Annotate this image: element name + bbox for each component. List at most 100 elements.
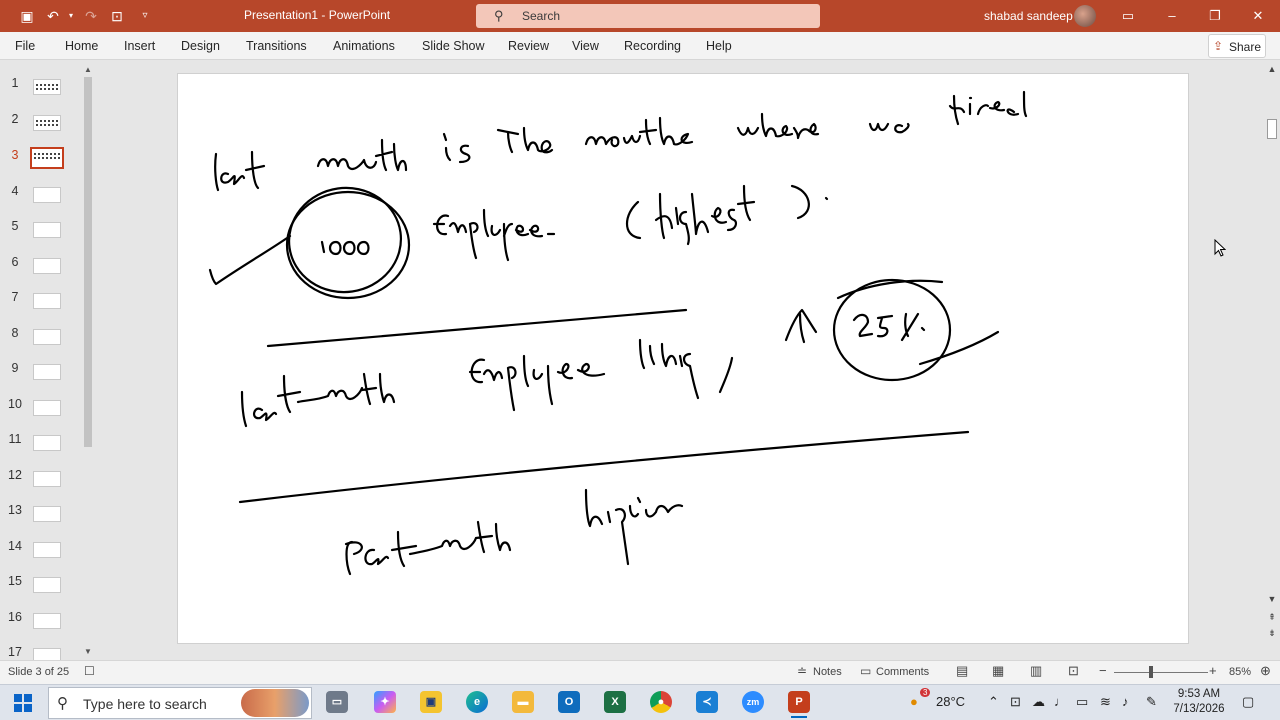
tab-design[interactable]: Design xyxy=(181,39,220,53)
customize-qat-icon[interactable]: ▿ xyxy=(136,7,154,25)
scroll-up-icon[interactable]: ▲ xyxy=(82,65,94,74)
onedrive-icon[interactable]: ☁ xyxy=(1032,694,1045,710)
notifications-icon[interactable]: ▢ xyxy=(1242,694,1254,710)
next-slide-icon[interactable]: ⇟ xyxy=(1264,628,1280,639)
sticky-app-icon[interactable]: ▣ xyxy=(420,691,442,713)
powerpoint-icon[interactable]: P xyxy=(788,691,810,718)
tab-home[interactable]: Home xyxy=(65,39,98,53)
save-icon[interactable]: ▣ xyxy=(18,7,36,25)
tab-animations[interactable]: Animations xyxy=(333,39,395,53)
slide-thumbnail-17[interactable] xyxy=(33,648,61,660)
tab-view[interactable]: View xyxy=(572,39,599,53)
vscode-icon[interactable]: ≺ xyxy=(696,691,718,713)
slide-thumbnail-3[interactable] xyxy=(30,147,64,169)
slide-thumbnail-1[interactable] xyxy=(33,79,61,95)
ink-word xyxy=(736,112,820,140)
file-explorer-icon[interactable]: ▬ xyxy=(512,691,534,713)
outlook-icon[interactable]: O xyxy=(558,691,580,713)
network-icon[interactable]: ▭ xyxy=(1076,694,1088,710)
copilot-icon[interactable]: ✦ xyxy=(374,691,396,713)
slide-thumbnail-6[interactable] xyxy=(33,258,61,274)
present-from-start-icon[interactable]: ⊡ xyxy=(108,7,126,25)
search-box[interactable]: ⚲ Search xyxy=(476,4,820,28)
volume-icon[interactable]: ♪ xyxy=(1122,694,1129,709)
slide-scrollbar[interactable]: ▲ ▼ ⇞ ⇟ xyxy=(1264,61,1280,660)
redo-icon[interactable]: ↷ xyxy=(82,7,100,25)
thumbnail-number: 15 xyxy=(8,574,22,588)
zoom-level[interactable]: 85% xyxy=(1229,666,1251,678)
comments-button[interactable]: Comments xyxy=(876,666,929,678)
scroll-down-icon[interactable]: ▼ xyxy=(1264,594,1280,604)
previous-slide-icon[interactable]: ⇞ xyxy=(1264,612,1280,623)
scroll-up-icon[interactable]: ▲ xyxy=(1264,64,1280,74)
fit-to-window-icon[interactable]: ⊕ xyxy=(1260,663,1271,679)
slide-thumbnail-11[interactable] xyxy=(33,435,61,451)
slide-thumbnail-7[interactable] xyxy=(33,293,61,309)
tab-insert[interactable]: Insert xyxy=(124,39,155,53)
task-view-icon[interactable]: ▭ xyxy=(326,691,348,713)
slide-thumbnail-14[interactable] xyxy=(33,542,61,558)
tab-recording[interactable]: Recording xyxy=(624,39,681,53)
slide-show-icon[interactable]: ⊡ xyxy=(1068,663,1079,679)
search-highlight-image xyxy=(241,689,309,717)
taskbar-search[interactable]: ⚲ Type here to search xyxy=(48,687,312,719)
zoom-icon[interactable]: zm xyxy=(742,691,764,713)
zoom-slider-track[interactable] xyxy=(1114,672,1208,673)
tab-transitions[interactable]: Transitions xyxy=(246,39,307,53)
slide-thumbnail-9[interactable] xyxy=(33,364,61,380)
scroll-down-icon[interactable]: ▼ xyxy=(82,647,94,656)
microphone-icon[interactable]: ♩ xyxy=(1054,694,1067,709)
user-name[interactable]: shabad sandeep xyxy=(984,9,1073,23)
restore-icon[interactable]: ❐ xyxy=(1205,6,1225,26)
slide-thumbnail-15[interactable] xyxy=(33,577,61,593)
tab-file[interactable]: File xyxy=(15,39,35,53)
tab-slide-show[interactable]: Slide Show xyxy=(422,39,485,53)
scrollbar-thumb[interactable] xyxy=(84,77,92,447)
pen-icon[interactable]: ✎ xyxy=(1146,694,1157,710)
slide-thumbnail-8[interactable] xyxy=(33,329,61,345)
chrome-icon[interactable]: ● xyxy=(650,691,672,713)
zoom-slider-knob[interactable] xyxy=(1149,666,1153,678)
excel-icon[interactable]: X xyxy=(604,691,626,713)
undo-dropdown-icon[interactable]: ▾ xyxy=(62,7,80,25)
ribbon-display-icon[interactable]: ▭ xyxy=(1118,6,1138,26)
slide-canvas[interactable] xyxy=(177,73,1189,644)
thumbnail-number: 2 xyxy=(11,112,19,126)
slide-thumbnail-5[interactable] xyxy=(33,222,61,238)
windows-start-icon[interactable] xyxy=(14,694,32,712)
meet-now-icon[interactable]: ⊡ xyxy=(1010,694,1021,710)
slide-thumbnail-10[interactable] xyxy=(33,400,61,416)
tab-help[interactable]: Help xyxy=(706,39,732,53)
slide-thumbnail-2[interactable] xyxy=(33,115,61,131)
zoom-out-button[interactable]: − xyxy=(1099,663,1107,678)
ink-text-25-percent xyxy=(852,312,926,342)
slide-thumbnail-4[interactable] xyxy=(33,187,61,203)
weather-icon[interactable]: ● xyxy=(910,694,918,709)
thumbnail-number: 6 xyxy=(11,255,19,269)
accessibility-icon[interactable]: ☐ xyxy=(84,664,95,678)
document-title: Presentation1 - PowerPoint xyxy=(244,8,391,22)
slide-thumbnail-12[interactable] xyxy=(33,471,61,487)
slide-thumbnail-13[interactable] xyxy=(33,506,61,522)
normal-view-icon[interactable]: ▤ xyxy=(956,663,968,679)
close-icon[interactable]: ✕ xyxy=(1248,6,1268,26)
tab-review[interactable]: Review xyxy=(508,39,549,53)
clock[interactable]: 9:53 AM 7/13/2026 xyxy=(1166,687,1232,717)
slide-thumbnail-16[interactable] xyxy=(33,613,61,629)
reading-view-icon[interactable]: ▥ xyxy=(1030,663,1042,679)
slide-counter: Slide 3 of 25 xyxy=(8,666,70,678)
undo-icon[interactable]: ↶ xyxy=(44,7,62,25)
scrollbar-thumb[interactable] xyxy=(1267,119,1277,139)
avatar[interactable] xyxy=(1074,5,1096,27)
share-button[interactable]: ⇪ Share xyxy=(1208,34,1266,58)
weather-temp[interactable]: 28°C xyxy=(936,694,965,709)
tray-chevron-icon[interactable]: ⌃ xyxy=(988,694,999,710)
slide-sorter-icon[interactable]: ▦ xyxy=(992,663,1004,679)
zoom-in-button[interactable]: + xyxy=(1209,663,1217,678)
thumbnail-number: 14 xyxy=(8,539,22,553)
edge-icon[interactable]: e xyxy=(466,691,488,713)
wifi-icon[interactable]: ≋ xyxy=(1100,694,1111,710)
minimize-icon[interactable]: – xyxy=(1162,6,1182,26)
thumbnail-scrollbar[interactable]: ▲ ▼ xyxy=(82,63,94,659)
notes-button[interactable]: Notes xyxy=(813,666,842,678)
